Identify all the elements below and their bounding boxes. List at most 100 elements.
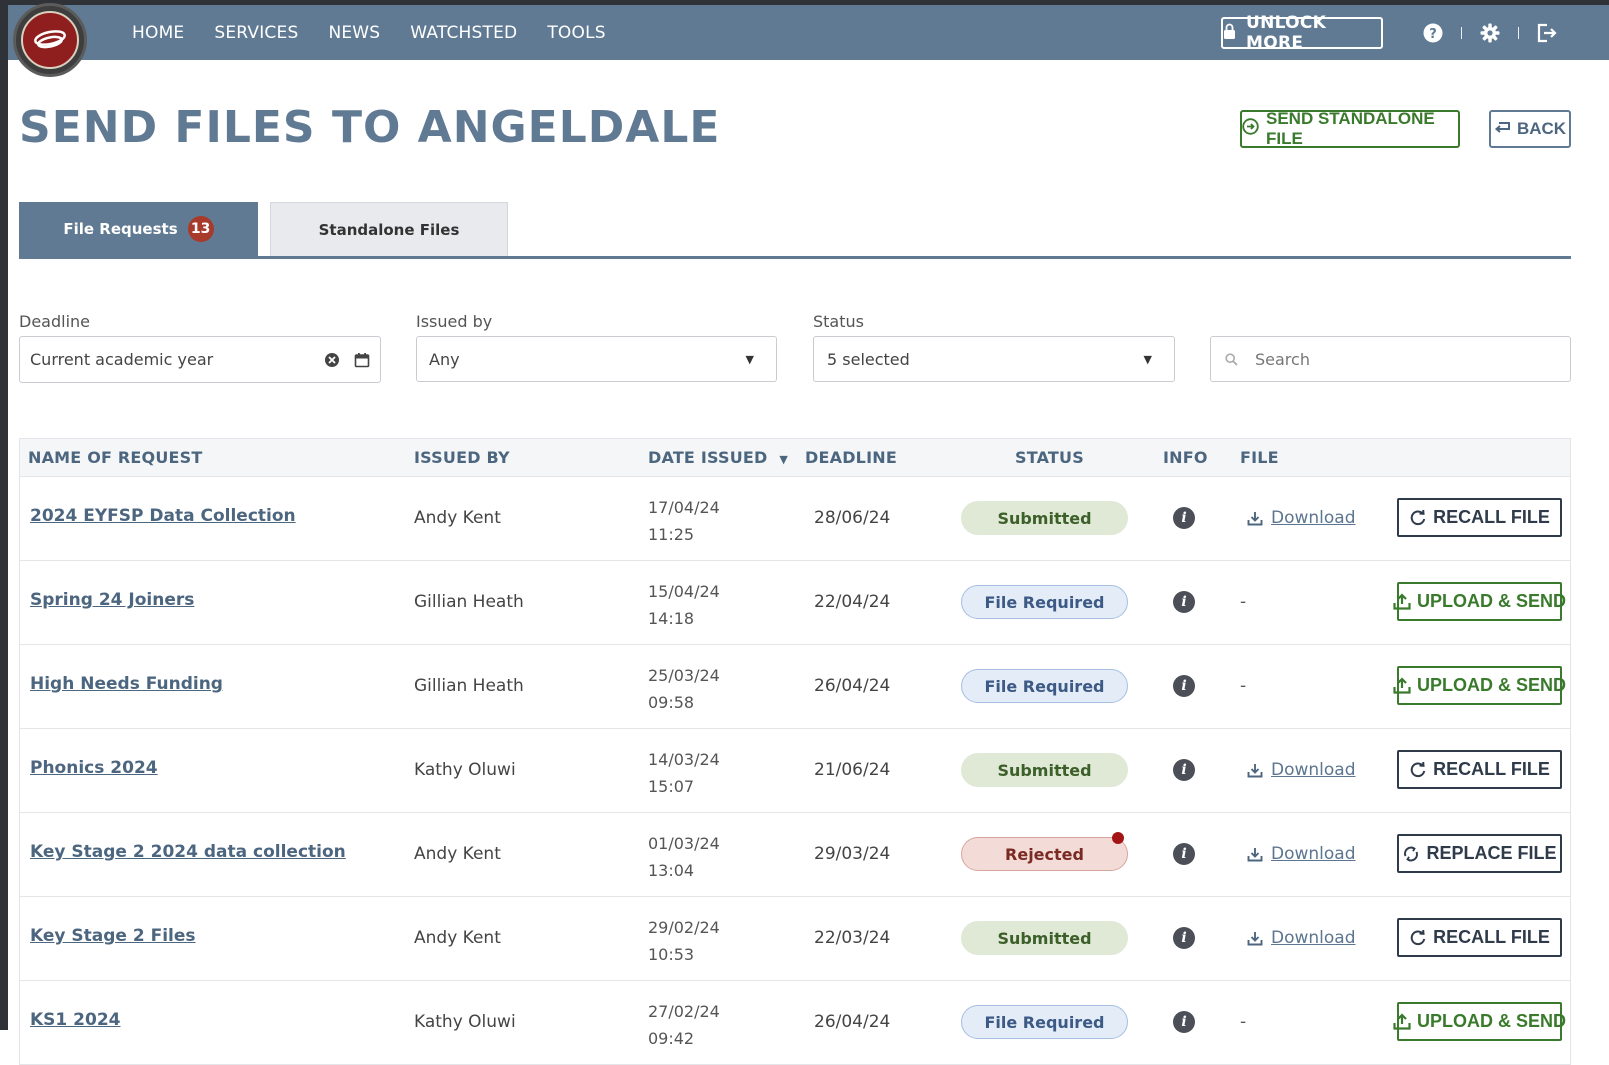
status-select-value: 5 selected xyxy=(827,349,910,369)
info-icon[interactable]: i xyxy=(1173,507,1195,529)
search-input[interactable]: Search xyxy=(1210,336,1571,382)
back-button[interactable]: BACK xyxy=(1489,110,1571,148)
send-standalone-file-button[interactable]: SEND STANDALONE FILE xyxy=(1240,109,1460,148)
date-issued-date: 29/02/24 xyxy=(648,918,720,937)
replace-file-button[interactable]: REPLACE FILE xyxy=(1397,834,1562,873)
info-icon[interactable]: i xyxy=(1173,675,1195,697)
date-issued-time: 09:42 xyxy=(648,1029,695,1048)
download-label: Download xyxy=(1271,844,1356,864)
recall-file-button[interactable]: RECALL FILE xyxy=(1397,918,1562,957)
table-row: Key Stage 2 Files Andy Kent 29/02/24 10:53 2… xyxy=(19,897,1571,981)
info-icon[interactable]: i xyxy=(1173,591,1195,613)
download-link[interactable]: Download xyxy=(1247,760,1356,780)
table-row: KS1 2024 Kathy Oluwi 27/02/24 09:42 26/04/24… xyxy=(19,981,1571,1065)
recall-file-button[interactable]: RECALL FILE xyxy=(1397,750,1562,789)
issued-by-select[interactable]: Any ▼ xyxy=(416,336,777,382)
file-empty: - xyxy=(1240,592,1247,612)
nav-news[interactable]: NEWS xyxy=(328,23,380,43)
status-badge: Submitted xyxy=(961,501,1128,535)
nav-watchsted[interactable]: WATCHSTED xyxy=(410,23,517,43)
page-title: SEND FILES TO ANGELDALE xyxy=(19,102,721,153)
download-icon xyxy=(1247,847,1263,862)
table-row: Key Stage 2 2024 data collection Andy Ken… xyxy=(19,813,1571,897)
unlock-more-button[interactable]: UNLOCK MORE xyxy=(1221,13,1383,53)
request-name-link[interactable]: Spring 24 Joiners xyxy=(30,590,194,610)
download-link[interactable]: Download xyxy=(1247,844,1356,864)
request-name-link[interactable]: KS1 2024 xyxy=(30,1010,120,1030)
back-arrow-icon xyxy=(1494,119,1511,139)
tab-file-requests[interactable]: File Requests 13 xyxy=(19,202,258,256)
issued-by-cell: Gillian Heath xyxy=(414,592,524,612)
download-link[interactable]: Download xyxy=(1247,508,1356,528)
download-label: Download xyxy=(1271,928,1356,948)
status-badge-label: Submitted xyxy=(997,760,1092,780)
info-icon[interactable]: i xyxy=(1173,927,1195,949)
brand-logo[interactable] xyxy=(13,3,87,77)
header-date-issued[interactable]: DATE ISSUED ▼ xyxy=(648,448,788,467)
deadline-cell: 21/06/24 xyxy=(814,760,891,780)
request-name-link[interactable]: 2024 EYFSP Data Collection xyxy=(30,506,296,526)
nav-links: HOME SERVICES NEWS WATCHSTED TOOLS xyxy=(132,5,636,60)
tab-standalone-files-label: Standalone Files xyxy=(318,220,460,239)
action-label: UPLOAD & SEND xyxy=(1417,591,1567,611)
date-issued-cell: 15/04/24 14:18 xyxy=(648,578,720,632)
issued-by-cell: Andy Kent xyxy=(414,928,501,948)
svg-text:?: ? xyxy=(1429,27,1437,42)
upload-file-button[interactable]: UPLOAD & SEND xyxy=(1393,666,1566,705)
request-name-link[interactable]: Key Stage 2 Files xyxy=(30,926,196,946)
nav-services[interactable]: SERVICES xyxy=(214,23,298,43)
issued-by-cell: Kathy Oluwi xyxy=(414,1012,516,1032)
date-issued-cell: 27/02/24 09:42 xyxy=(648,998,720,1052)
file-empty: - xyxy=(1240,1012,1247,1032)
header-name-of-request[interactable]: NAME OF REQUEST xyxy=(28,448,203,467)
date-issued-time: 15:07 xyxy=(648,777,695,796)
date-issued-time: 10:53 xyxy=(648,945,695,964)
status-badge-label: Rejected xyxy=(1005,844,1084,864)
download-label: Download xyxy=(1271,760,1356,780)
deadline-filter-label: Deadline xyxy=(19,312,90,331)
nav-tools[interactable]: TOOLS xyxy=(547,23,605,43)
upload-file-button[interactable]: UPLOAD & SEND xyxy=(1393,582,1566,621)
header-issued-by[interactable]: ISSUED BY xyxy=(414,448,510,467)
status-badge: File Required xyxy=(961,669,1128,703)
info-icon[interactable]: i xyxy=(1173,843,1195,865)
request-name-link[interactable]: Key Stage 2 2024 data collection xyxy=(30,842,346,862)
top-navigation: HOME SERVICES NEWS WATCHSTED TOOLS UNLOC… xyxy=(8,5,1609,60)
deadline-filter-input[interactable]: Current academic year xyxy=(19,336,381,383)
header-status[interactable]: STATUS xyxy=(1015,448,1084,467)
recall-file-button[interactable]: RECALL FILE xyxy=(1397,498,1562,537)
deadline-cell: 22/04/24 xyxy=(814,592,891,612)
clear-icon[interactable] xyxy=(324,352,340,368)
request-name-link[interactable]: Phonics 2024 xyxy=(30,758,158,778)
status-select[interactable]: 5 selected ▼ xyxy=(813,336,1175,382)
arrow-circle-icon xyxy=(1242,118,1259,140)
upload-icon xyxy=(1393,593,1411,610)
top-icon-group: ? xyxy=(1422,5,1558,60)
download-link[interactable]: Download xyxy=(1247,928,1356,948)
date-issued-date: 15/04/24 xyxy=(648,582,720,601)
request-name-link[interactable]: High Needs Funding xyxy=(30,674,223,694)
table-row: Phonics 2024 Kathy Oluwi 14/03/24 15:07 21/0… xyxy=(19,729,1571,813)
upload-file-button[interactable]: UPLOAD & SEND xyxy=(1393,1002,1566,1041)
tab-standalone-files[interactable]: Standalone Files xyxy=(270,202,508,256)
status-badge: Rejected xyxy=(961,832,1128,871)
nav-home[interactable]: HOME xyxy=(132,23,184,43)
calendar-icon[interactable] xyxy=(354,352,370,368)
status-badge: Submitted xyxy=(961,753,1128,787)
date-issued-time: 11:25 xyxy=(648,525,695,544)
date-issued-date: 25/03/24 xyxy=(648,666,720,685)
info-icon[interactable]: i xyxy=(1173,759,1195,781)
chevron-down-icon: ▼ xyxy=(745,352,754,366)
tab-underline xyxy=(19,256,1571,259)
date-issued-cell: 29/02/24 10:53 xyxy=(648,914,720,968)
date-issued-time: 13:04 xyxy=(648,861,695,880)
status-badge-label: File Required xyxy=(984,592,1105,612)
search-icon xyxy=(1225,352,1238,366)
deadline-filter-value: Current academic year xyxy=(30,350,214,369)
logout-icon[interactable] xyxy=(1536,22,1558,44)
status-badge-label: File Required xyxy=(984,676,1105,696)
gear-icon[interactable] xyxy=(1479,22,1501,44)
help-icon[interactable]: ? xyxy=(1422,22,1444,44)
header-deadline[interactable]: DEADLINE xyxy=(805,448,897,467)
send-standalone-file-label: SEND STANDALONE FILE xyxy=(1266,109,1435,148)
